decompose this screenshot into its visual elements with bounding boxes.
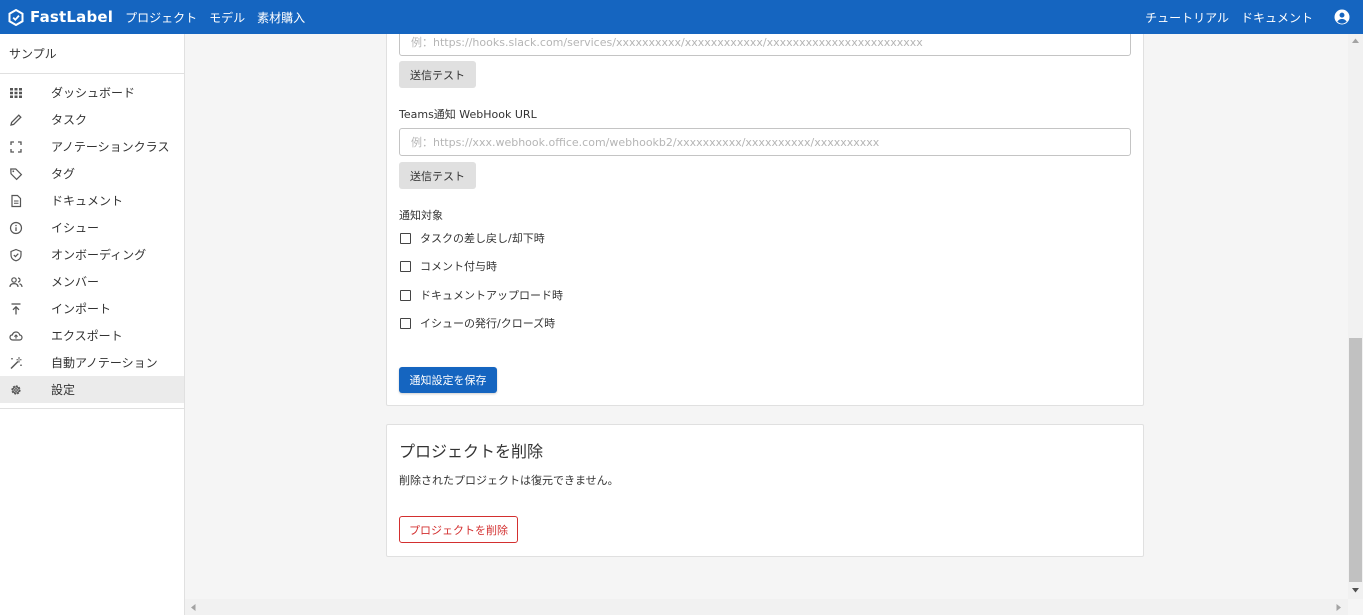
dashboard-icon (9, 86, 23, 100)
checkbox[interactable] (400, 317, 411, 329)
scroll-left-arrow-icon[interactable] (189, 603, 197, 612)
teams-webhook-label: Teams通知 WebHook URL (399, 108, 537, 121)
scroll-down-arrow-icon[interactable] (1351, 586, 1360, 594)
shield-check-icon (9, 248, 23, 262)
notification-settings-card: 例：https://hooks.slack.com/services/xxxxx… (386, 34, 1144, 406)
checkbox[interactable] (400, 289, 411, 301)
sidebar-item-label: メンバー (51, 275, 100, 289)
vertical-scrollbar-thumb[interactable] (1349, 338, 1362, 582)
logo-text: FastLabel (30, 8, 114, 26)
sidebar-item-label: タスク (51, 113, 88, 127)
tag-icon (9, 167, 23, 181)
sidebar-item-label: 設定 (51, 383, 76, 397)
sidebar-item-onboarding[interactable]: オンボーディング (0, 241, 184, 268)
documents-link[interactable]: ドキュメント (1241, 9, 1313, 26)
sidebar-item-members[interactable]: メンバー (0, 268, 184, 295)
nav-projects[interactable]: プロジェクト (125, 9, 197, 26)
main-content: 例：https://hooks.slack.com/services/xxxxx… (185, 34, 1348, 599)
sidebar-item-auto-annotation[interactable]: 自動アノテーション (0, 349, 184, 376)
sidebar-item-label: イシュー (51, 221, 100, 235)
checkbox-label: コメント付与時 (420, 260, 497, 273)
scroll-right-arrow-icon[interactable] (1335, 603, 1343, 612)
slack-webhook-input[interactable]: 例：https://hooks.slack.com/services/xxxxx… (399, 34, 1131, 56)
sidebar-item-issues[interactable]: イシュー (0, 214, 184, 241)
sidebar-item-label: タグ (51, 167, 76, 181)
target-document-uploaded[interactable]: ドキュメントアップロード時 (400, 287, 563, 303)
people-icon (9, 275, 23, 289)
nav-models[interactable]: モデル (209, 9, 245, 26)
save-notification-settings-button[interactable]: 通知設定を保存 (399, 367, 497, 393)
sidebar-item-tasks[interactable]: タスク (0, 106, 184, 133)
cloud-upload-icon (9, 329, 23, 343)
fastlabel-logo-icon (8, 8, 24, 26)
notification-targets-label: 通知対象 (399, 209, 443, 222)
checkbox[interactable] (400, 260, 411, 272)
sidebar-item-label: インポート (51, 302, 112, 316)
checkbox-label: タスクの差し戻し/却下時 (420, 232, 545, 245)
project-name: サンプル (0, 34, 184, 74)
main-nav: プロジェクト モデル 素材購入 (125, 9, 317, 26)
sidebar-menu: ダッシュボード タスク アノテーションクラス タグ ドキュメント イシュー オン… (0, 74, 184, 409)
sidebar-item-label: エクスポート (51, 329, 123, 343)
checkbox[interactable] (400, 232, 411, 244)
target-task-rejected[interactable]: タスクの差し戻し/却下時 (400, 230, 545, 246)
delete-project-card: プロジェクトを削除 削除されたプロジェクトは復元できません。 プロジェクトを削除 (386, 424, 1144, 557)
info-icon (9, 221, 23, 235)
delete-project-description: 削除されたプロジェクトは復元できません。 (399, 474, 619, 487)
nav-materials[interactable]: 素材購入 (257, 9, 305, 26)
sidebar: サンプル ダッシュボード タスク アノテーションクラス タグ ドキュメント イシ… (0, 34, 185, 615)
sidebar-item-label: ドキュメント (51, 194, 124, 208)
sidebar-item-label: アノテーションクラス (51, 140, 170, 154)
target-comment-added[interactable]: コメント付与時 (400, 258, 497, 274)
sidebar-item-label: 自動アノテーション (51, 356, 158, 370)
slack-send-test-button[interactable]: 送信テスト (399, 61, 476, 88)
checkbox-label: イシューの発行/クローズ時 (420, 317, 556, 330)
sidebar-item-annotation-classes[interactable]: アノテーションクラス (0, 133, 184, 160)
header-right: チュートリアル ドキュメント (1145, 8, 1363, 26)
sidebar-item-export[interactable]: エクスポート (0, 322, 184, 349)
delete-project-button[interactable]: プロジェクトを削除 (399, 516, 518, 543)
document-icon (9, 194, 23, 208)
teams-send-test-button[interactable]: 送信テスト (399, 162, 476, 189)
pencil-icon (9, 113, 23, 127)
bounding-box-icon (9, 140, 23, 154)
sidebar-item-dashboard[interactable]: ダッシュボード (0, 79, 184, 106)
logo[interactable]: FastLabel (8, 8, 113, 26)
checkbox-label: ドキュメントアップロード時 (420, 289, 563, 302)
magic-wand-icon (9, 356, 23, 370)
sidebar-item-tags[interactable]: タグ (0, 160, 184, 187)
tutorial-link[interactable]: チュートリアル (1145, 9, 1229, 26)
upload-icon (9, 302, 23, 316)
account-circle-icon[interactable] (1333, 8, 1351, 26)
sidebar-item-settings[interactable]: 設定 (0, 376, 184, 403)
horizontal-scrollbar[interactable] (185, 599, 1348, 615)
sidebar-item-import[interactable]: インポート (0, 295, 184, 322)
scroll-up-arrow-icon[interactable] (1351, 37, 1360, 45)
sidebar-item-label: オンボーディング (51, 248, 147, 262)
sidebar-item-label: ダッシュボード (51, 86, 136, 100)
sidebar-item-documents[interactable]: ドキュメント (0, 187, 184, 214)
teams-webhook-input[interactable]: 例：https://xxx.webhook.office.com/webhook… (399, 128, 1131, 156)
gear-icon (9, 383, 23, 397)
target-issue-opened-closed[interactable]: イシューの発行/クローズ時 (400, 315, 555, 331)
delete-project-title: プロジェクトを削除 (399, 442, 544, 461)
app-header: FastLabel プロジェクト モデル 素材購入 チュートリアル ドキュメント (0, 0, 1363, 34)
